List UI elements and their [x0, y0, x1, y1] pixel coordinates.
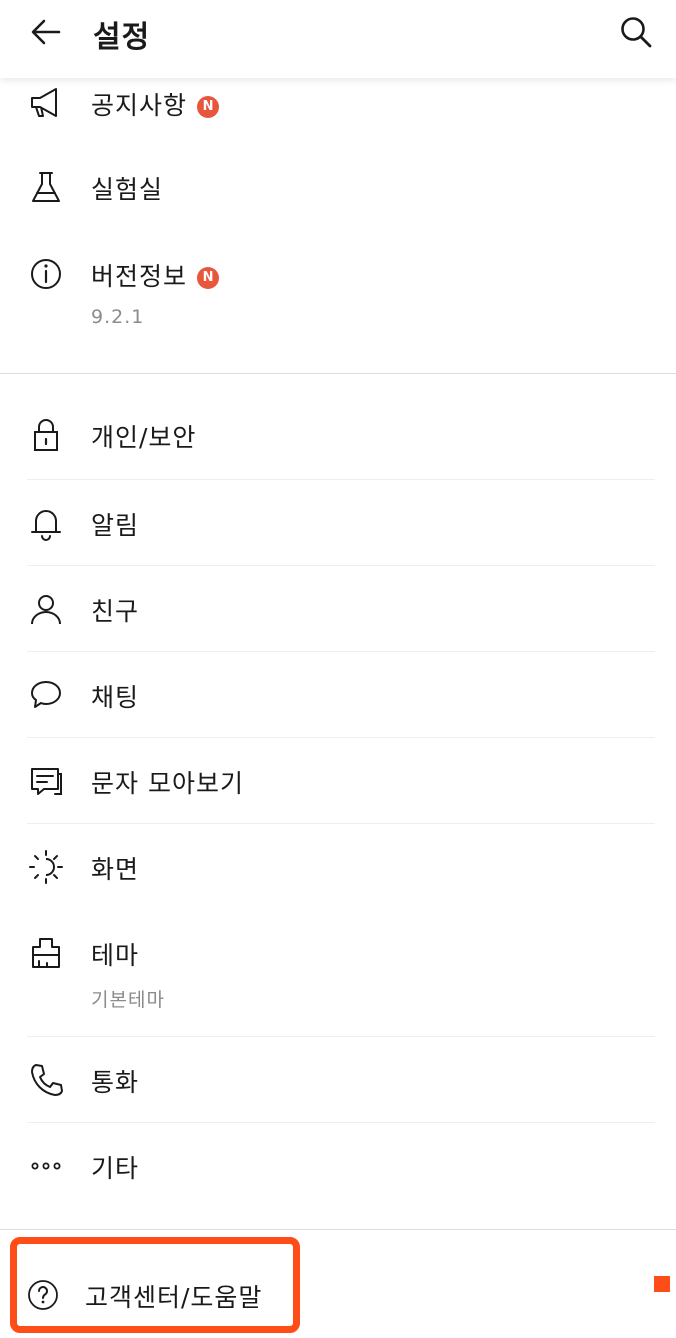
- speech-bubble-icon: [27, 676, 65, 714]
- lock-icon: [27, 416, 65, 454]
- settings-item-label: 알림: [91, 511, 140, 540]
- paint-brush-icon: [27, 934, 65, 972]
- settings-item-sms[interactable]: 문자 모아보기: [0, 738, 676, 823]
- settings-item-label: 개인/보안: [91, 423, 197, 452]
- page-title: 설정: [93, 20, 151, 55]
- megaphone-icon: [27, 84, 65, 122]
- settings-item-theme[interactable]: 테마 기본테마: [0, 910, 676, 1030]
- section-divider: [0, 1229, 676, 1230]
- settings-item-label: 친구: [91, 597, 140, 626]
- settings-item-call[interactable]: 통화: [0, 1037, 676, 1122]
- settings-item-label: 기타: [91, 1154, 140, 1183]
- phone-icon: [27, 1061, 65, 1099]
- highlight-box: [10, 1237, 300, 1333]
- settings-item-version[interactable]: 버전정보 N 9.2.1: [0, 236, 676, 356]
- settings-item-privacy[interactable]: 개인/보안: [0, 394, 676, 474]
- new-badge: N: [197, 267, 220, 289]
- person-icon: [27, 590, 65, 628]
- arrow-left-icon: [31, 19, 61, 45]
- settings-item-chat[interactable]: 채팅: [0, 652, 676, 737]
- flask-icon: [27, 168, 65, 206]
- back-button[interactable]: [28, 14, 64, 50]
- settings-item-label: 채팅: [91, 683, 140, 712]
- version-number: 9.2.1: [91, 306, 145, 328]
- settings-item-label: 실험실: [91, 175, 164, 204]
- info-icon: [27, 255, 65, 293]
- settings-item-label: 버전정보 N: [91, 257, 220, 293]
- settings-item-label: 통화: [91, 1068, 140, 1097]
- settings-item-lab[interactable]: 실험실: [0, 150, 676, 228]
- settings-item-label: 문자 모아보기: [91, 769, 244, 798]
- settings-item-label: 테마: [91, 941, 140, 970]
- new-badge: N: [197, 96, 220, 118]
- settings-item-etc[interactable]: 기타: [0, 1123, 676, 1208]
- settings-item-label: 화면: [91, 855, 140, 884]
- search-icon: [621, 17, 652, 48]
- bell-icon: [27, 504, 65, 542]
- search-button[interactable]: [618, 14, 654, 50]
- settings-item-friends[interactable]: 친구: [0, 566, 676, 651]
- highlight-mark: [654, 1276, 670, 1292]
- section-divider: [0, 373, 676, 374]
- settings-item-notification[interactable]: 알림: [0, 480, 676, 565]
- current-theme: 기본테마: [91, 989, 165, 1011]
- message-icon: [27, 762, 65, 800]
- brightness-icon: [27, 848, 65, 886]
- more-icon: [27, 1147, 65, 1185]
- settings-item-notice[interactable]: 공지사항 N: [0, 78, 676, 138]
- settings-item-label: 공지사항 N: [91, 86, 220, 122]
- settings-item-display[interactable]: 화면: [0, 824, 676, 909]
- app-bar: 설정: [0, 0, 676, 78]
